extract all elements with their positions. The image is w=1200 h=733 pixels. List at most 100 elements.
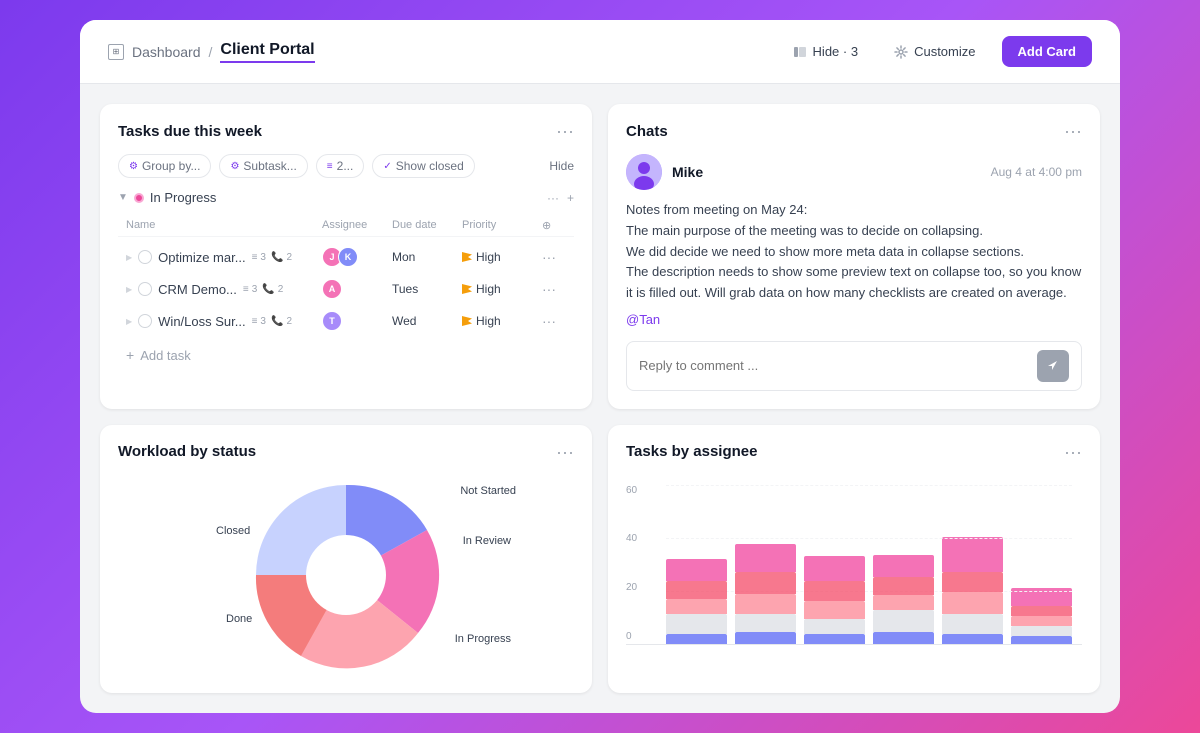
bar-seg-pink-3 [804, 601, 865, 619]
bar-group-4 [873, 555, 934, 644]
task-more-1[interactable]: ··· [542, 249, 566, 265]
task-assignee-3: T [322, 311, 392, 331]
tasks-hide-button[interactable]: Hide [549, 159, 574, 173]
add-card-label: Add Card [1018, 44, 1077, 59]
add-card-button[interactable]: Add Card [1002, 36, 1093, 67]
avatar-3a: T [322, 311, 342, 331]
bar-group-2 [735, 544, 796, 644]
chats-more-button[interactable]: ··· [1064, 122, 1082, 140]
subtask-filter[interactable]: ⚙ Subtask... [219, 154, 307, 178]
chat-user-row: Mike Aug 4 at 4:00 pm [626, 154, 1082, 190]
hide-icon [793, 45, 807, 59]
bar-seg-red-1 [666, 581, 727, 599]
y-label-0: 0 [626, 631, 637, 642]
add-task-label: Add task [140, 348, 191, 363]
chat-line-4: The description needs to show some previ… [626, 262, 1082, 304]
in-progress-label: In Progress [150, 190, 216, 205]
bar-seg-hotpink-2 [735, 544, 796, 572]
bar-seg-pink-4 [873, 595, 934, 610]
gear-icon [894, 45, 908, 59]
in-progress-label: In Progress [455, 633, 511, 645]
app-container: ⊞ Dashboard / Client Portal Hide · 3 Cus… [80, 20, 1120, 713]
bar-segment-wrapper-4 [873, 555, 934, 644]
chat-username: Mike [672, 164, 703, 180]
group-by-filter[interactable]: ⚙ Group by... [118, 154, 211, 178]
task-table-header: Name Assignee Due date Priority ⊕ [118, 215, 574, 237]
send-icon [1046, 359, 1060, 373]
bar-seg-gray-1 [666, 614, 727, 634]
count-icon: ≡ [327, 161, 333, 172]
col-due-date: Due date [392, 219, 462, 232]
show-closed-icon: ✓ [383, 161, 391, 172]
group-add[interactable]: + [567, 191, 574, 205]
bar-seg-red-3 [804, 581, 865, 601]
priority-flag-1 [462, 252, 472, 262]
workload-card-title: Workload by status [118, 443, 256, 460]
task-more-3[interactable]: ··· [542, 313, 566, 329]
hide-label: Hide · 3 [813, 44, 859, 59]
y-label-20: 20 [626, 582, 637, 593]
customize-button[interactable]: Customize [884, 38, 985, 65]
col-priority: Priority [462, 219, 542, 232]
main-content: Tasks due this week ··· ⚙ Group by... ⚙ … [80, 84, 1120, 713]
breadcrumb-parent: Dashboard [132, 44, 201, 60]
workload-card-header: Workload by status ··· [118, 443, 574, 461]
group-toggle[interactable]: ▼ [118, 192, 128, 203]
task-assignee-1: J K [322, 247, 392, 267]
table-row: ▶ Win/Loss Sur... ≡ 3 📞 2 T Wed High ··· [118, 305, 574, 337]
avatar-1b: K [338, 247, 358, 267]
tasks-card: Tasks due this week ··· ⚙ Group by... ⚙ … [100, 104, 592, 409]
task-more-2[interactable]: ··· [542, 281, 566, 297]
avatar-2a: A [322, 279, 342, 299]
add-task-button[interactable]: + Add task [118, 341, 574, 369]
group-by-icon: ⚙ [129, 161, 138, 172]
bar-seg-gray-6 [1011, 626, 1072, 636]
assign-icon-1: 📞 [271, 252, 283, 263]
count-filter[interactable]: ≡ 2... [316, 154, 365, 178]
reply-box [626, 341, 1082, 391]
col-name: Name [126, 219, 322, 232]
task-circle-1[interactable] [138, 250, 152, 264]
assignee-more-button[interactable]: ··· [1064, 443, 1082, 461]
dashboard-icon: ⊞ [108, 44, 124, 60]
expand-icon-1[interactable]: ▶ [126, 253, 132, 262]
group-more[interactable]: ··· [547, 191, 559, 205]
customize-label: Customize [914, 44, 975, 59]
priority-label-3: High [476, 314, 501, 328]
col-assignee: Assignee [322, 219, 392, 232]
chat-content: Notes from meeting on May 24: The main p… [626, 200, 1082, 331]
task-circle-2[interactable] [138, 282, 152, 296]
expand-icon-3[interactable]: ▶ [126, 317, 132, 326]
bar-group-1 [666, 559, 727, 644]
chat-user-info: Mike [626, 154, 703, 190]
grid-line-60 [666, 485, 1072, 486]
reply-send-button[interactable] [1037, 350, 1069, 382]
bar-seg-pink-5 [942, 592, 1003, 614]
task-name-3: ▶ Win/Loss Sur... ≡ 3 📞 2 [126, 314, 322, 329]
bar-chart-container: 60 40 20 0 [626, 475, 1082, 655]
bar-seg-red-6 [1011, 606, 1072, 616]
group-by-label: Group by... [142, 159, 200, 173]
bar-seg-pink-2 [735, 594, 796, 614]
bar-seg-hotpink-5 [942, 537, 1003, 572]
chat-timestamp: Aug 4 at 4:00 pm [991, 165, 1082, 179]
y-label-40: 40 [626, 533, 637, 544]
bar-seg-red-4 [873, 577, 934, 595]
bar-seg-gray-4 [873, 610, 934, 632]
y-axis-labels: 60 40 20 0 [626, 485, 637, 644]
show-closed-filter[interactable]: ✓ Show closed [372, 154, 474, 178]
workload-more-button[interactable]: ··· [556, 443, 574, 461]
bar-segment-wrapper-2 [735, 544, 796, 644]
table-row: ▶ Optimize mar... ≡ 3 📞 2 J K Mon High [118, 241, 574, 273]
assign-icon-2: 📞 [262, 284, 274, 295]
expand-icon-2[interactable]: ▶ [126, 285, 132, 294]
checklist-icon-3: ≡ [252, 316, 258, 327]
reply-input[interactable] [639, 358, 1029, 373]
task-meta-2: ≡ 3 📞 2 [243, 284, 283, 295]
col-add[interactable]: ⊕ [542, 219, 566, 232]
breadcrumb: ⊞ Dashboard / Client Portal [108, 41, 315, 63]
tasks-more-button[interactable]: ··· [556, 122, 574, 140]
task-circle-3[interactable] [138, 314, 152, 328]
bar-seg-gray-2 [735, 614, 796, 632]
hide-button[interactable]: Hide · 3 [783, 38, 869, 65]
